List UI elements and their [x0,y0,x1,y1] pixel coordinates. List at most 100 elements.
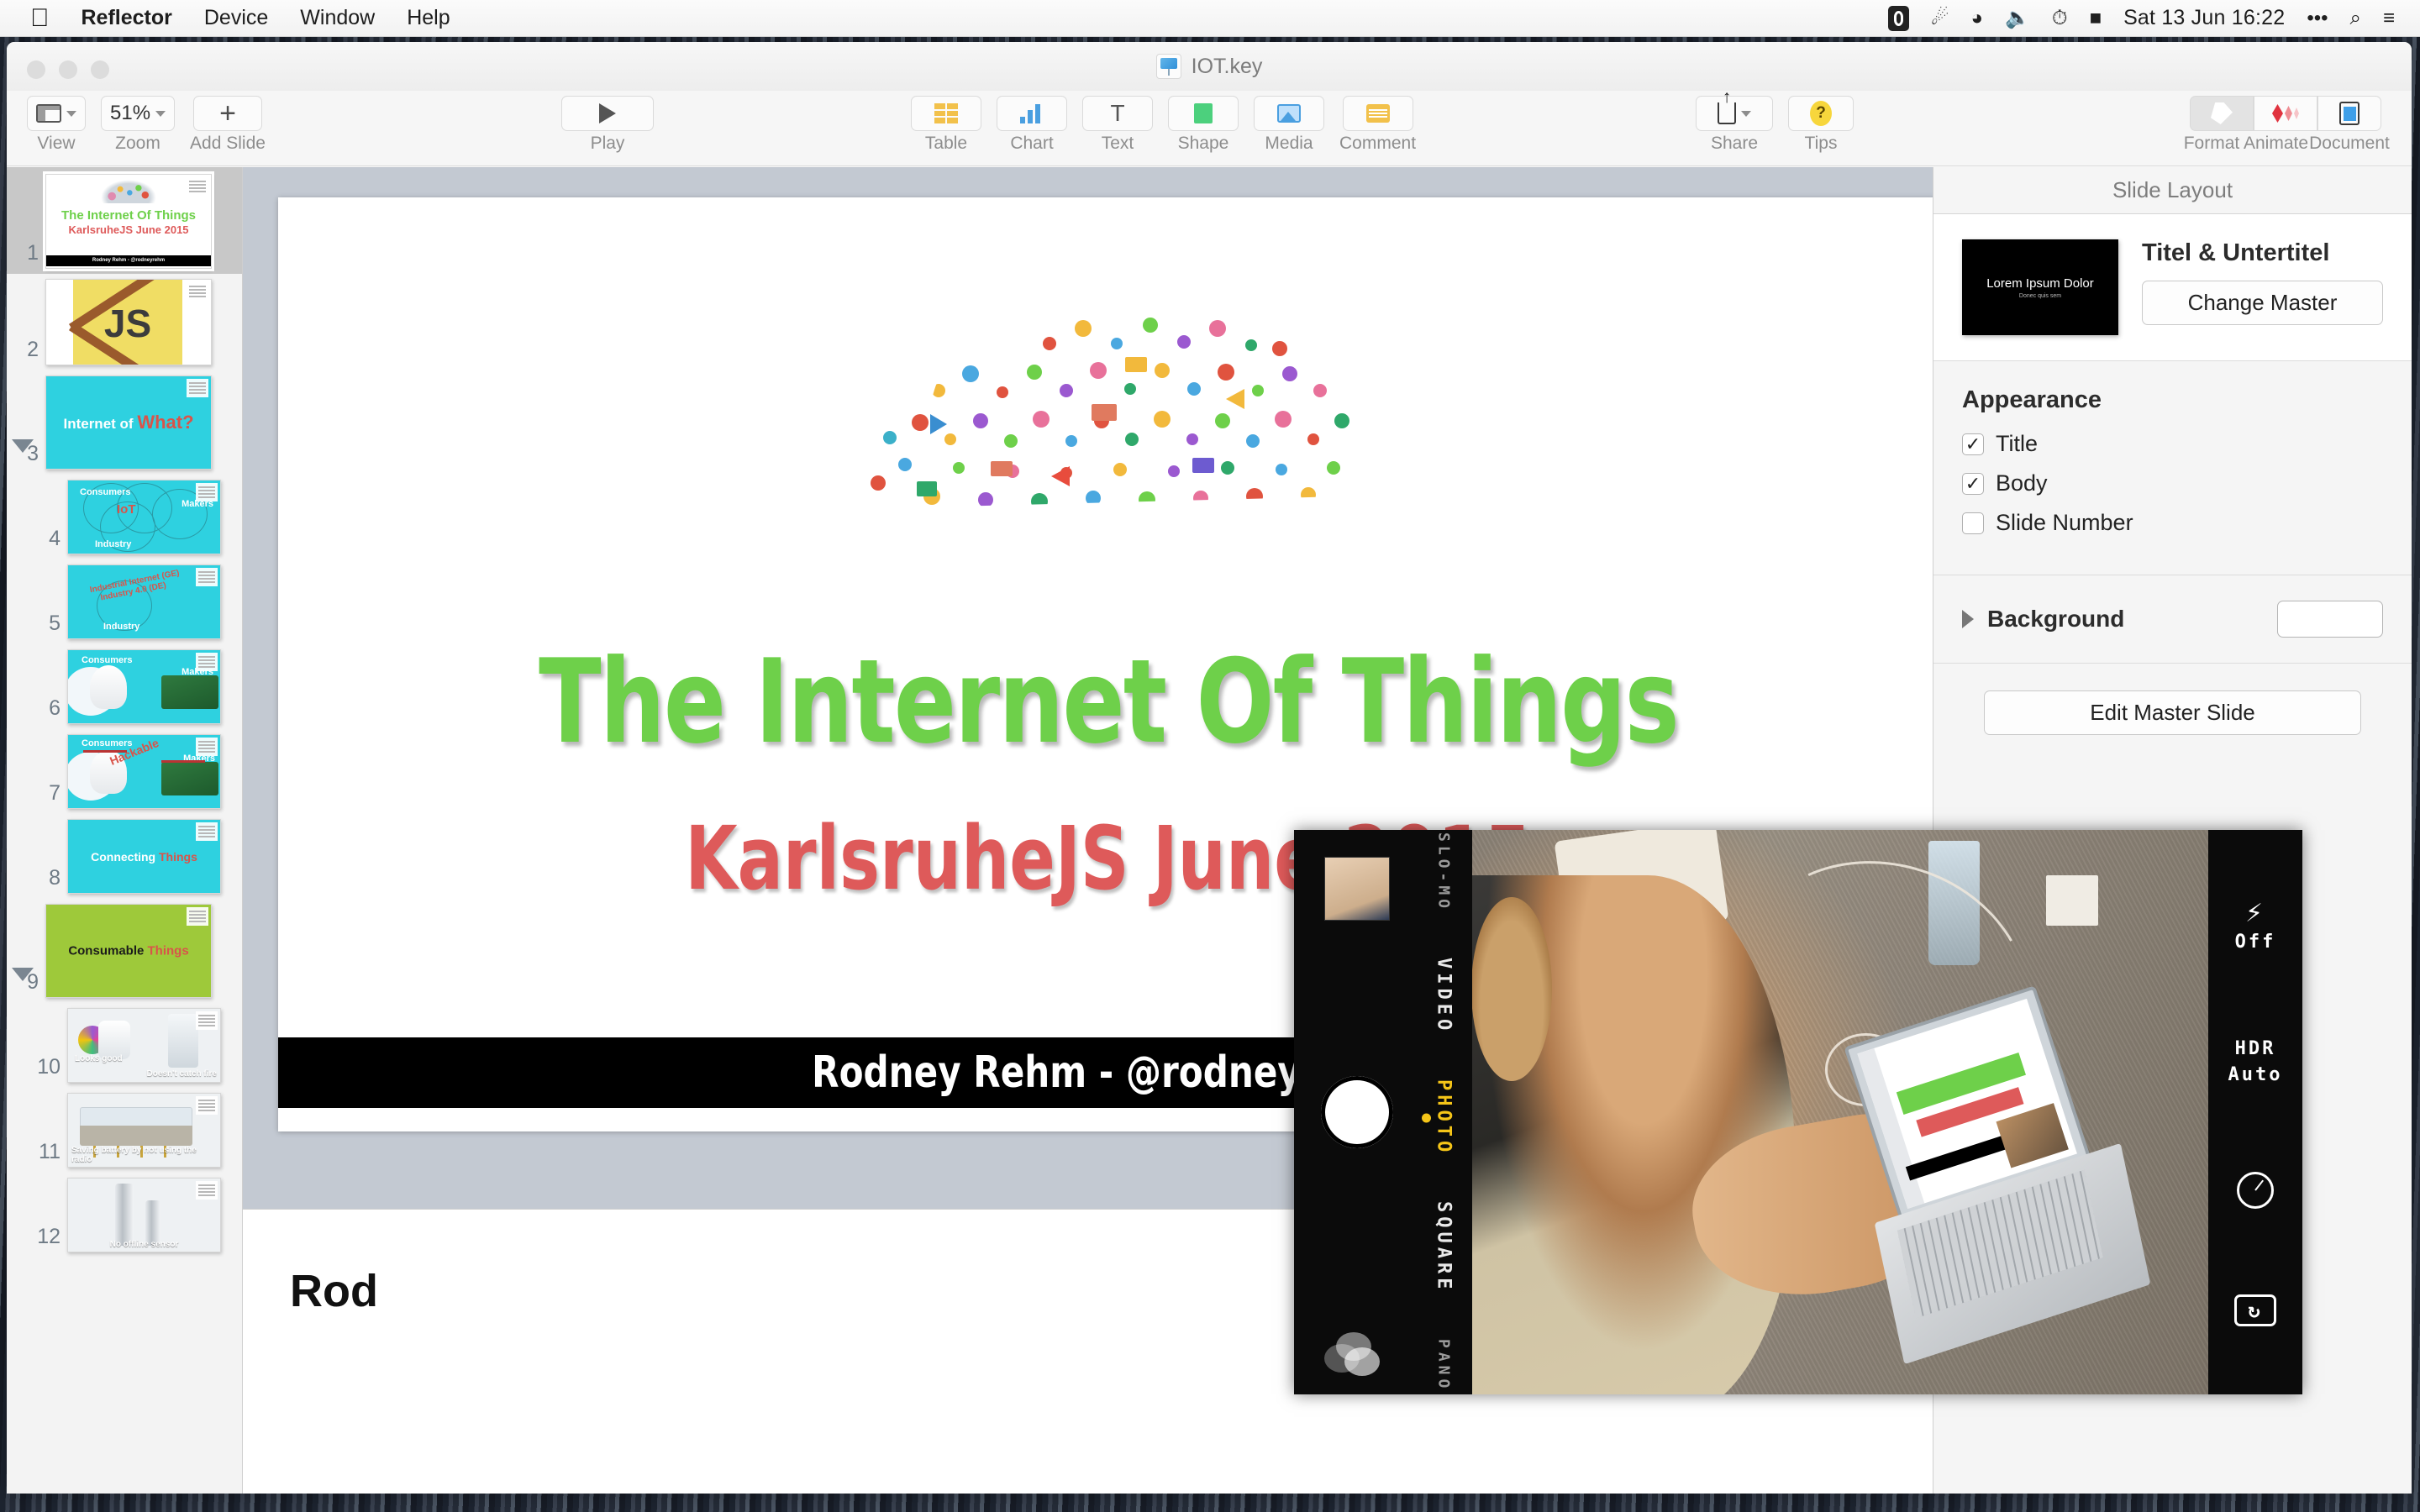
slide-thumbnail[interactable]: Saving battery by not using the radio [67,1093,221,1168]
menu-item-help[interactable]: Help [407,6,450,30]
view-button[interactable]: View [27,96,86,154]
notification-center-icon[interactable]: ≡ [2383,7,2395,30]
title-checkbox[interactable]: ✓ [1962,433,1984,455]
raspberry-pi-image [161,675,218,709]
slide-thumbnail-row[interactable]: 3 Internet of What? [7,370,242,475]
battery-icon[interactable]: ■ [2090,7,2102,30]
filters-icon[interactable] [1324,1332,1385,1376]
cloud-of-icons-graphic [854,292,1367,509]
background-color-swatch[interactable] [2277,601,2383,638]
play-button[interactable]: Play [561,96,654,154]
slide-number-checkbox[interactable] [1962,512,1984,534]
body-checkbox[interactable]: ✓ [1962,472,1984,495]
camera-flip-control[interactable]: ↻ [2234,1294,2276,1326]
volume-icon[interactable]: 🔈 [2005,6,2030,30]
wifi-icon[interactable]: ◕ [1970,7,1983,30]
table-icon [934,103,958,123]
slide-thumbnail[interactable]: Consumers Makers [67,649,221,724]
group-disclosure-triangle[interactable] [12,968,34,981]
camera-mode-square[interactable]: SQUARE [1434,1201,1455,1293]
slide-navigator[interactable]: 1 The Internet Of Things KarlsruheJS Jun… [7,167,243,1494]
label-consumers: Consumers [82,655,133,665]
slide-thumbnail-row[interactable]: 9 Consumable Things [7,899,242,1003]
share-button[interactable]: Share [1696,96,1773,154]
media-label: Media [1265,134,1313,153]
media-icon [1277,104,1301,123]
menu-item-device[interactable]: Device [204,6,268,30]
appearance-slide-number-row[interactable]: Slide Number [1962,510,2383,536]
caption-no-offline-sensor: No offline sensor [109,1240,179,1249]
slide-thumbnail[interactable]: No offline sensor [67,1178,221,1252]
slide-thumbnail-row[interactable]: 4 Consumers Makers Industry IoT [7,475,242,559]
slide-notes-icon [196,568,218,586]
zoom-control[interactable]: 51% Zoom [101,96,176,154]
add-slide-button[interactable]: + Add Slide [190,96,266,154]
search-icon[interactable]: ⌕ [2350,7,2361,30]
camera-mode-selector[interactable]: SLO-MO VIDEO PHOTO SQUARE PANO [1420,830,1467,1394]
arrow-left [161,760,205,763]
master-slide-thumbnail[interactable]: Lorem Ipsum Dolor Donec quis sem [1962,239,2118,335]
camera-mode-photo[interactable]: PHOTO [1434,1079,1455,1156]
slide-thumbnail-row[interactable]: 8 Connecting Things [7,814,242,899]
slide-thumbnail-row[interactable]: 7 Consumers Makers Hackable [7,729,242,814]
format-label: Format [2183,134,2240,153]
insert-text-button[interactable]: T Text [1082,96,1153,154]
more-icon[interactable]: ••• [2307,7,2328,30]
reflector-ios-mirror[interactable]: SLO-MO VIDEO PHOTO SQUARE PANO ⚡ Off HDR… [1294,830,2302,1394]
change-master-button[interactable]: Change Master [2142,281,2383,325]
slide-thumbnail-row[interactable]: 11 Saving battery by not using the radio [7,1088,242,1173]
slide-thumbnail-row[interactable]: 5 Industrial Internet (GE) Industry 4.0 … [7,559,242,644]
slide-thumbnail-row[interactable]: 2 JS [7,274,242,370]
flash-control[interactable]: ⚡ Off [2235,898,2276,953]
document-inspector-button[interactable] [2317,96,2381,131]
slide-thumbnail[interactable]: Consumers Makers Hackable [67,734,221,809]
bluetooth-icon[interactable]: ☄ [1931,6,1949,30]
shutter-button[interactable] [1321,1076,1393,1148]
keynote-toolbar: View 51% Zoom + Add Slide Play Table Cha… [7,91,2412,166]
slide-thumbnail[interactable]: Industrial Internet (GE) Industry 4.0 (D… [67,564,221,639]
animate-inspector-button[interactable] [2254,96,2317,131]
menu-item-window[interactable]: Window [300,6,375,30]
insert-shape-button[interactable]: Shape [1168,96,1239,154]
slide-thumbnail[interactable]: Connecting Things [67,819,221,894]
apple-menu-icon[interactable]:  [30,5,50,31]
reflector-status-icon[interactable] [1887,5,1909,31]
camera-viewfinder[interactable] [1472,830,2208,1394]
insert-chart-button[interactable]: Chart [997,96,1067,154]
inspector-segmented-control[interactable] [2190,96,2381,131]
slide-thumbnail[interactable]: Looks good Doesn't catch fire [67,1008,221,1083]
slide-thumbnail[interactable]: Consumable Things [45,904,212,998]
slide-thumbnail[interactable]: Consumers Makers Industry IoT [67,480,221,554]
camera-mode-pano[interactable]: PANO [1435,1339,1453,1392]
menu-item-reflector[interactable]: Reflector [82,6,172,30]
slide-thumbnail[interactable]: The Internet Of Things KarlsruheJS June … [43,171,214,271]
view-label: View [37,134,76,153]
timer-control[interactable] [2237,1171,2274,1209]
insert-comment-button[interactable]: Comment [1339,96,1416,154]
timemachine-icon[interactable]: ⏱ [2052,7,2068,30]
hdr-control[interactable]: HDR Auto [2228,1038,2283,1085]
camera-mode-video[interactable]: VIDEO [1434,958,1455,1034]
slide-thumbnail-row[interactable]: 1 The Internet Of Things KarlsruheJS Jun… [7,167,242,274]
keynote-document-icon [1155,54,1181,79]
slide-thumbnail[interactable]: JS [45,279,212,365]
presenter-notes-text[interactable]: Rod [290,1265,378,1317]
group-disclosure-triangle[interactable] [12,439,34,453]
slide-thumbnail-row[interactable]: 6 Consumers Makers [7,644,242,729]
menu-bar-clock[interactable]: Sat 13 Jun 16:22 [2123,6,2285,30]
tips-button[interactable]: ? Tips [1788,96,1854,154]
slide-title[interactable]: The Internet Of Things [378,634,1839,769]
camera-mode-slomo[interactable]: SLO-MO [1435,832,1453,912]
slide-thumbnail[interactable]: Internet of What? [45,375,212,470]
last-photo-thumbnail[interactable] [1324,857,1390,921]
edit-master-slide-button[interactable]: Edit Master Slide [1984,690,2361,735]
format-inspector-button[interactable] [2190,96,2254,131]
appearance-title-row[interactable]: ✓ Title [1962,431,2383,457]
appearance-body-row[interactable]: ✓ Body [1962,470,2383,496]
text-icon: T [1110,100,1125,126]
background-disclosure-icon[interactable] [1962,610,1974,628]
slide-thumbnail-row[interactable]: 10 Looks good Doesn't catch fire [7,1003,242,1088]
insert-table-button[interactable]: Table [911,96,981,154]
slide-thumbnail-row[interactable]: 12 No offline sensor [7,1173,242,1257]
insert-media-button[interactable]: Media [1254,96,1324,154]
